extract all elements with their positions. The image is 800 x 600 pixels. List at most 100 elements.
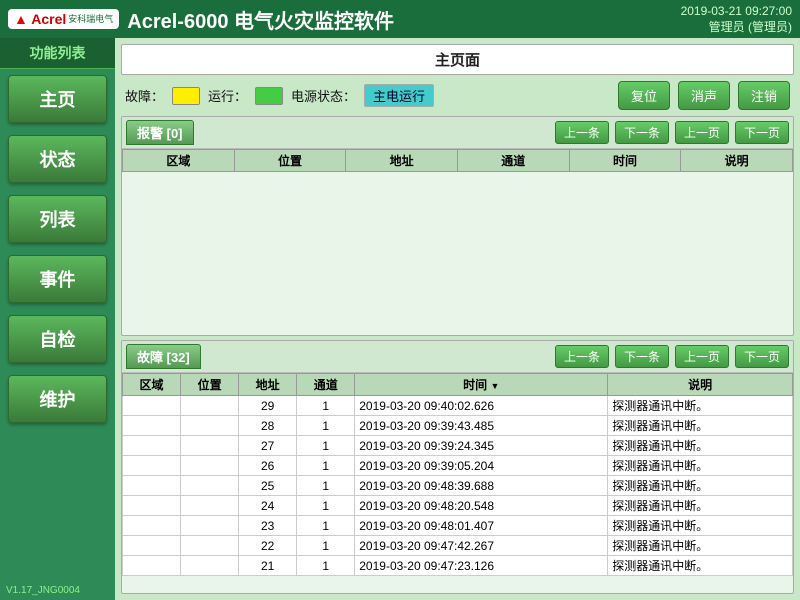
run-indicator: [255, 87, 283, 105]
datetime: 2019-03-21 09:27:00: [681, 4, 792, 18]
fault-cell-addr: 25: [239, 476, 297, 496]
fault-cell-desc: 探测器通讯中断。: [608, 456, 793, 476]
app-header: ▲ Acrel 安科瑞电气 Acrel-6000 电气火灾监控软件 2019-0…: [0, 0, 800, 38]
fault-next-item[interactable]: 下一条: [615, 345, 669, 368]
fault-cell-channel: 1: [297, 456, 355, 476]
sidebar-title: 功能列表: [0, 38, 115, 69]
alarm-tab[interactable]: 报警 [0]: [126, 120, 194, 145]
fault-cell-area: [123, 416, 181, 436]
fault-cell-area: [123, 436, 181, 456]
fault-cell-addr: 29: [239, 396, 297, 416]
sidebar-item-list[interactable]: 列表: [8, 195, 107, 243]
sidebar-item-home[interactable]: 主页: [8, 75, 107, 123]
fault-cell-desc: 探测器通讯中断。: [608, 416, 793, 436]
fault-cell-channel: 1: [297, 476, 355, 496]
fault-cell-pos: [181, 476, 239, 496]
reset-button[interactable]: 复位: [618, 81, 670, 110]
fault-tab[interactable]: 故障 [32]: [126, 344, 201, 369]
fault-cell-addr: 23: [239, 516, 297, 536]
fault-prev-item[interactable]: 上一条: [555, 345, 609, 368]
logo-area: ▲ Acrel 安科瑞电气 Acrel-6000 电气火灾监控软件: [8, 5, 394, 34]
fault-cell-addr: 21: [239, 556, 297, 576]
fault-cell-area: [123, 516, 181, 536]
fault-cell-channel: 1: [297, 556, 355, 576]
fault-cell-channel: 1: [297, 536, 355, 556]
fault-cell-area: [123, 496, 181, 516]
fault-cell-time: 2019-03-20 09:39:05.204: [355, 456, 608, 476]
fault-cell-area: [123, 396, 181, 416]
sidebar: 功能列表 主页 状态 列表 事件 自检 维护 V1.17_JNG0004: [0, 38, 115, 600]
fault-cell-time: 2019-03-20 09:48:20.548: [355, 496, 608, 516]
fault-panel-header: 故障 [32] 上一条 下一条 上一页 下一页: [122, 341, 793, 373]
page-title: 主页面: [121, 44, 794, 75]
alarm-next-page[interactable]: 下一页: [735, 121, 789, 144]
alarm-col-addr: 地址: [346, 150, 458, 172]
sidebar-item-events[interactable]: 事件: [8, 255, 107, 303]
main-content: 主页面 故障： 运行： 电源状态： 主电运行 复位 消声 注销 报警 [0] 上…: [115, 38, 800, 600]
fault-cell-area: [123, 456, 181, 476]
sidebar-item-maintenance[interactable]: 维护: [8, 375, 107, 423]
fault-table-row[interactable]: 2112019-03-20 09:47:23.126探测器通讯中断。: [123, 556, 793, 576]
sidebar-item-selfcheck[interactable]: 自检: [8, 315, 107, 363]
fault-table-row[interactable]: 2612019-03-20 09:39:05.204探测器通讯中断。: [123, 456, 793, 476]
fault-table-row[interactable]: 2512019-03-20 09:48:39.688探测器通讯中断。: [123, 476, 793, 496]
mute-button[interactable]: 消声: [678, 81, 730, 110]
fault-cell-pos: [181, 536, 239, 556]
fault-cell-channel: 1: [297, 416, 355, 436]
sort-arrow: ▼: [490, 381, 499, 391]
fault-cell-addr: 27: [239, 436, 297, 456]
fault-col-area: 区域: [123, 374, 181, 396]
fault-cell-area: [123, 476, 181, 496]
fault-cell-desc: 探测器通讯中断。: [608, 556, 793, 576]
fault-cell-area: [123, 556, 181, 576]
alarm-next-item[interactable]: 下一条: [615, 121, 669, 144]
fault-cell-desc: 探测器通讯中断。: [608, 536, 793, 556]
logo-text: ▲ Acrel: [14, 11, 66, 27]
fault-table-row[interactable]: 2312019-03-20 09:48:01.407探测器通讯中断。: [123, 516, 793, 536]
fault-cell-desc: 探测器通讯中断。: [608, 476, 793, 496]
fault-table-row[interactable]: 2412019-03-20 09:48:20.548探测器通讯中断。: [123, 496, 793, 516]
logo-box: ▲ Acrel 安科瑞电气: [8, 9, 119, 29]
alarm-col-pos: 位置: [234, 150, 346, 172]
fault-table-row[interactable]: 2912019-03-20 09:40:02.626探测器通讯中断。: [123, 396, 793, 416]
fault-table-row[interactable]: 2712019-03-20 09:39:24.345探测器通讯中断。: [123, 436, 793, 456]
fault-cell-pos: [181, 436, 239, 456]
fault-cell-channel: 1: [297, 496, 355, 516]
alarm-panel: 报警 [0] 上一条 下一条 上一页 下一页 区域 位置 地址 通道: [121, 116, 794, 336]
alarm-prev-page[interactable]: 上一页: [675, 121, 729, 144]
fault-cell-addr: 28: [239, 416, 297, 436]
cancel-button[interactable]: 注销: [738, 81, 790, 110]
sidebar-item-status[interactable]: 状态: [8, 135, 107, 183]
fault-cell-channel: 1: [297, 396, 355, 416]
alarm-table-body: 区域 位置 地址 通道 时间 说明: [122, 149, 793, 335]
fault-col-addr: 地址: [239, 374, 297, 396]
fault-cell-time: 2019-03-20 09:47:23.126: [355, 556, 608, 576]
fault-cell-desc: 探测器通讯中断。: [608, 396, 793, 416]
fault-label: 故障：: [125, 86, 164, 105]
alarm-prev-item[interactable]: 上一条: [555, 121, 609, 144]
fault-panel: 故障 [32] 上一条 下一条 上一页 下一页 区域 位置 地址 通道: [121, 340, 794, 594]
fault-cell-time: 2019-03-20 09:40:02.626: [355, 396, 608, 416]
fault-table-row[interactable]: 2812019-03-20 09:39:43.485探测器通讯中断。: [123, 416, 793, 436]
fault-table-row[interactable]: 2212019-03-20 09:47:42.267探测器通讯中断。: [123, 536, 793, 556]
fault-cell-time: 2019-03-20 09:47:42.267: [355, 536, 608, 556]
fault-indicator: [172, 87, 200, 105]
fault-cell-desc: 探测器通讯中断。: [608, 436, 793, 456]
fault-cell-pos: [181, 556, 239, 576]
fault-cell-pos: [181, 516, 239, 536]
fault-next-page[interactable]: 下一页: [735, 345, 789, 368]
fault-cell-time: 2019-03-20 09:48:39.688: [355, 476, 608, 496]
fault-cell-pos: [181, 416, 239, 436]
fault-table: 区域 位置 地址 通道 时间 ▼ 说明 2912019-03-20 09:: [122, 373, 793, 576]
alarm-col-time: 时间: [569, 150, 681, 172]
fault-cell-desc: 探测器通讯中断。: [608, 496, 793, 516]
fault-col-pos: 位置: [181, 374, 239, 396]
fault-cell-channel: 1: [297, 436, 355, 456]
header-info: 2019-03-21 09:27:00 管理员 (管理员): [681, 4, 792, 35]
fault-col-time: 时间 ▼: [355, 374, 608, 396]
alarm-col-area: 区域: [123, 150, 235, 172]
fault-rows: 2912019-03-20 09:40:02.626探测器通讯中断。281201…: [123, 396, 793, 576]
user-info: 管理员 (管理员): [681, 18, 792, 35]
fault-cell-addr: 24: [239, 496, 297, 516]
fault-prev-page[interactable]: 上一页: [675, 345, 729, 368]
